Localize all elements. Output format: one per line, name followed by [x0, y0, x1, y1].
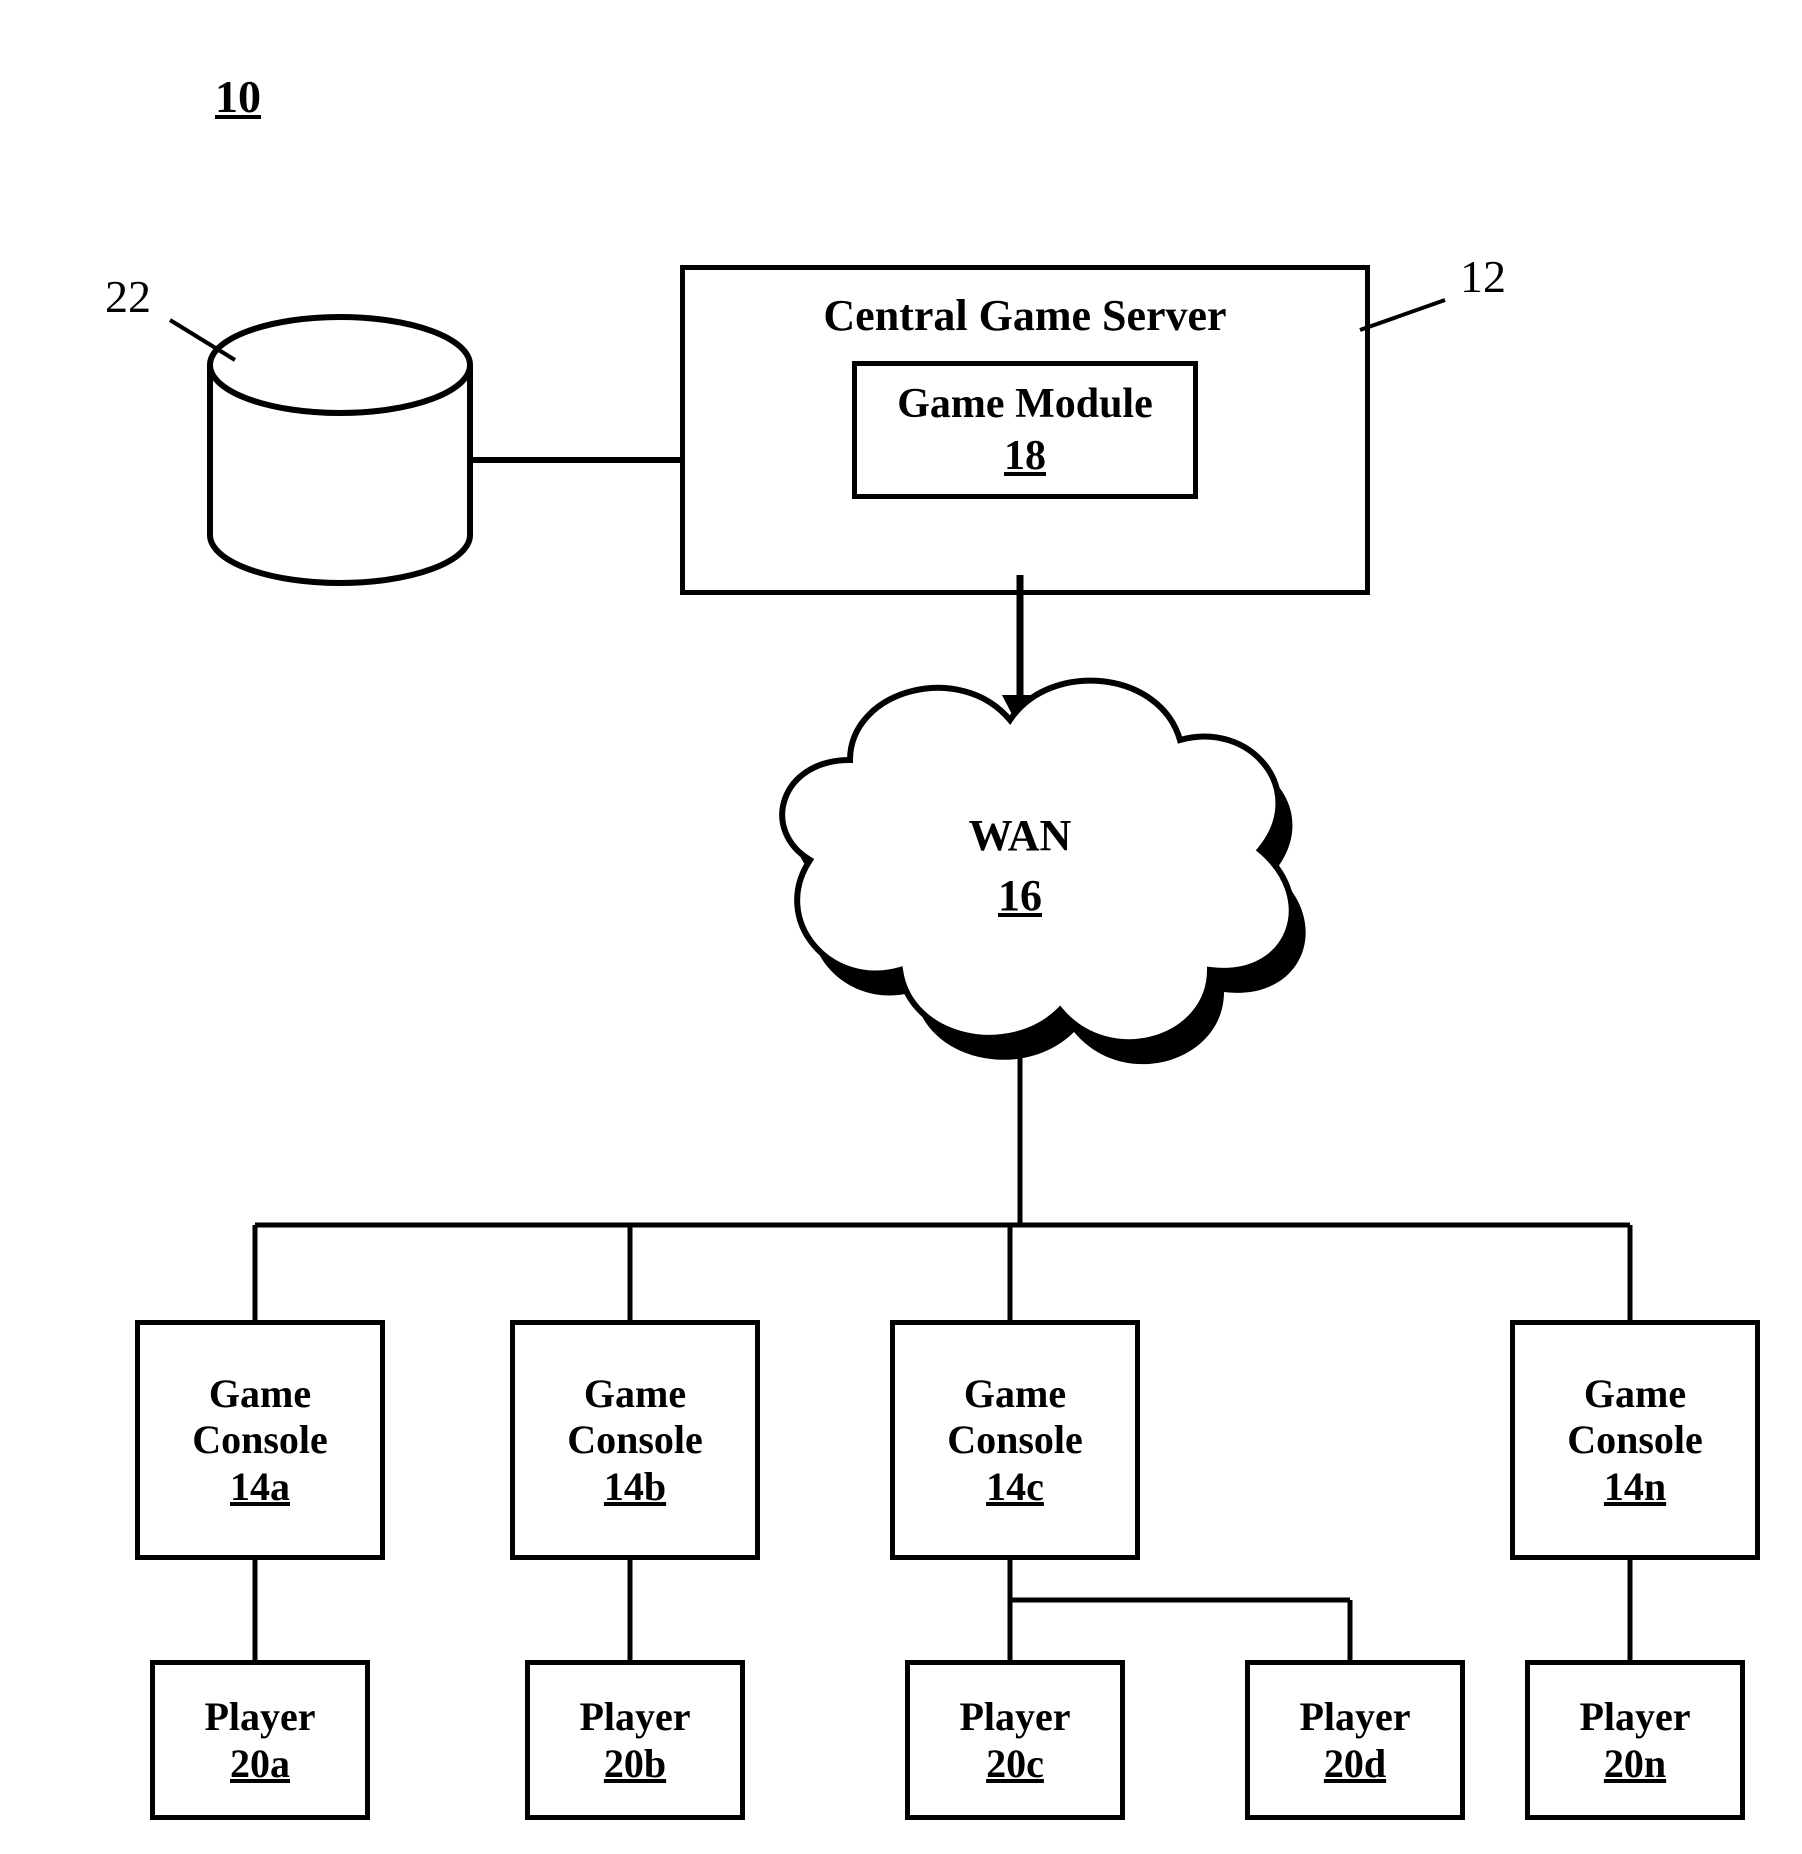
console-b: Game Console 14b — [510, 1320, 760, 1560]
console-b-ref: 14b — [604, 1463, 666, 1510]
console-n-ref: 14n — [1604, 1463, 1666, 1510]
player-c-name: Player — [959, 1693, 1070, 1740]
player-n: Player 20n — [1525, 1660, 1745, 1820]
player-d: Player 20d — [1245, 1660, 1465, 1820]
figure-id: 10 — [215, 70, 261, 123]
player-a-ref: 20a — [230, 1740, 290, 1787]
ref-server: 12 — [1460, 250, 1506, 303]
player-b-ref: 20b — [604, 1740, 666, 1787]
console-n-name: Game Console — [1567, 1371, 1703, 1463]
player-n-name: Player — [1579, 1693, 1690, 1740]
diagram-canvas: 10 22 12 Central Game Server Game Module… — [0, 0, 1802, 1854]
console-c: Game Console 14c — [890, 1320, 1140, 1560]
player-n-ref: 20n — [1604, 1740, 1666, 1787]
player-b-name: Player — [579, 1693, 690, 1740]
central-game-server-box: Central Game Server Game Module 18 — [680, 265, 1370, 595]
console-n: Game Console 14n — [1510, 1320, 1760, 1560]
game-module-box: Game Module 18 — [852, 361, 1197, 499]
wan-ref: 16 — [960, 870, 1080, 921]
console-c-name: Game Console — [947, 1371, 1083, 1463]
module-ref: 18 — [897, 432, 1152, 480]
player-a: Player 20a — [150, 1660, 370, 1820]
console-c-ref: 14c — [986, 1463, 1044, 1510]
player-b: Player 20b — [525, 1660, 745, 1820]
wan-name: WAN — [960, 810, 1080, 861]
module-name: Game Module — [897, 380, 1152, 428]
player-d-ref: 20d — [1324, 1740, 1386, 1787]
player-c: Player 20c — [905, 1660, 1125, 1820]
console-a: Game Console 14a — [135, 1320, 385, 1560]
player-d-name: Player — [1299, 1693, 1410, 1740]
console-b-name: Game Console — [567, 1371, 703, 1463]
ref-db: 22 — [105, 270, 151, 323]
player-a-name: Player — [204, 1693, 315, 1740]
console-a-ref: 14a — [230, 1463, 290, 1510]
server-title: Central Game Server — [823, 290, 1226, 341]
console-a-name: Game Console — [192, 1371, 328, 1463]
player-c-ref: 20c — [986, 1740, 1044, 1787]
